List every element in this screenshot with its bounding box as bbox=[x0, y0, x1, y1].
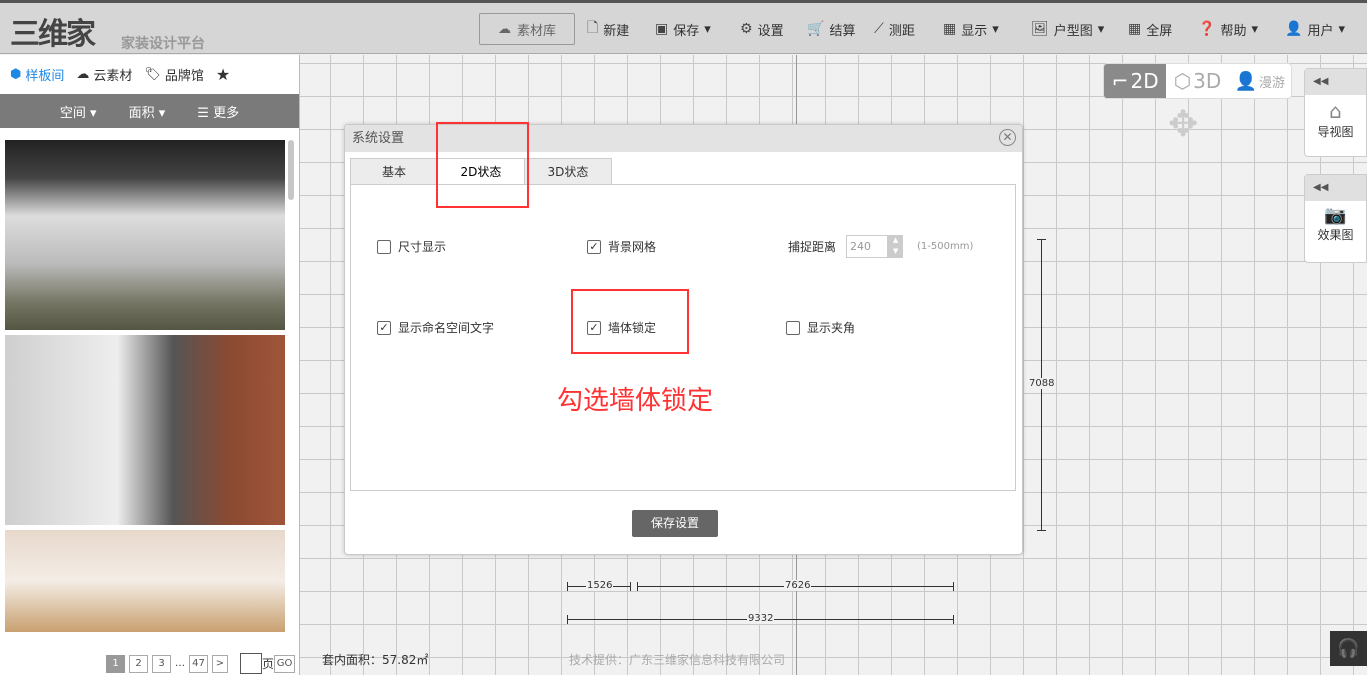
cloud-icon: ☁ bbox=[76, 67, 90, 82]
close-icon[interactable]: ✕ bbox=[999, 129, 1016, 146]
tag-icon: 🏷 bbox=[144, 67, 161, 82]
grid-icon: ▦ bbox=[1128, 21, 1142, 37]
highlight-box bbox=[571, 289, 689, 354]
sample-room-thumbnail[interactable] bbox=[5, 140, 285, 330]
cloud-icon: ☁ bbox=[497, 21, 511, 37]
file-icon: 🗋 bbox=[587, 20, 599, 36]
star-icon[interactable]: ★ bbox=[216, 65, 230, 84]
left-panel: ⬢ 样板间 ☁ 云素材 🏷 品牌馆 ★ 空间 ▾ 面积 ▾ ☰ 更多 1 2 3 … … bbox=[0, 55, 300, 675]
navigator-panel[interactable]: ◀◀ ⌂ 导视图 bbox=[1304, 68, 1367, 157]
sample-room-thumbnail[interactable] bbox=[5, 335, 285, 525]
help-icon: ❓ bbox=[1198, 21, 1216, 37]
top-toolbar: 三维家 家装设计平台 ☁ 素材库 🗋 新建 ▣ 保存 ▾ ⚙ 设置 🛒 结算 ⟋ 测距 ▦ 显示… bbox=[0, 0, 1367, 54]
page-2[interactable]: 2 bbox=[129, 654, 148, 673]
save-icon: ▣ bbox=[655, 21, 669, 37]
save-menu[interactable]: ▣ 保存 ▾ bbox=[655, 13, 711, 45]
highlight-box bbox=[436, 122, 529, 208]
page-input[interactable] bbox=[240, 653, 262, 674]
help-menu[interactable]: ❓ 帮助 ▾ bbox=[1198, 13, 1258, 45]
checkbox-checked[interactable]: ✓ bbox=[377, 320, 391, 335]
filter-more[interactable]: ☰ 更多 bbox=[197, 102, 239, 121]
filter-space[interactable]: 空间 ▾ bbox=[60, 102, 97, 121]
checkbox[interactable] bbox=[786, 320, 800, 335]
option-background-grid[interactable]: ✓ 背景网格 bbox=[587, 238, 656, 255]
box-icon: ⬢ bbox=[10, 67, 22, 82]
option-dimension-display[interactable]: 尺寸显示 bbox=[377, 238, 446, 255]
dimension-label: 7088 bbox=[1028, 378, 1056, 389]
headset-support-icon[interactable]: 🎧 bbox=[1330, 631, 1367, 666]
page-1[interactable]: 1 bbox=[106, 654, 125, 673]
floor-icon: ⌐ bbox=[1111, 69, 1129, 93]
list-icon: ☰ bbox=[197, 105, 209, 121]
gear-icon: ⚙ bbox=[740, 21, 753, 37]
filter-area[interactable]: 面积 ▾ bbox=[129, 102, 166, 121]
caret-down-icon: ▾ bbox=[1097, 21, 1105, 37]
floorplan-menu[interactable]: 🖼 户型图 ▾ bbox=[1031, 13, 1104, 45]
image-icon: 🖼 bbox=[1031, 21, 1049, 37]
tab-basic[interactable]: 基本 bbox=[350, 158, 438, 185]
view-2d-button[interactable]: ⌐ 2D bbox=[1104, 64, 1167, 98]
annotation-text: 勾选墙体锁定 bbox=[557, 386, 714, 416]
measure-button[interactable]: ⟋ 测距 bbox=[874, 13, 915, 45]
render-panel[interactable]: ◀◀ 📷 效果图 bbox=[1304, 174, 1367, 263]
tab-3d[interactable]: 3D状态 bbox=[524, 158, 612, 185]
cube-icon: ⬡ bbox=[1173, 69, 1192, 93]
fullscreen-button[interactable]: ▦ 全屏 bbox=[1128, 13, 1172, 45]
checkbox-checked[interactable]: ✓ bbox=[587, 239, 601, 254]
camera-icon: 📷 bbox=[1324, 205, 1347, 226]
caret-down-icon: ▾ bbox=[1251, 21, 1258, 37]
person-icon: 👤 bbox=[1234, 70, 1258, 92]
new-button[interactable]: 🗋 新建 bbox=[587, 13, 629, 45]
view-3d-button[interactable]: ⬡ 3D bbox=[1166, 64, 1228, 98]
logo: 三维家 bbox=[10, 17, 96, 52]
page-3[interactable]: 3 bbox=[152, 654, 171, 673]
tab-cloud-materials[interactable]: ☁ 云素材 bbox=[76, 65, 132, 84]
collapse-icon: ◀◀ bbox=[1305, 175, 1366, 201]
ruler-icon: ⟋ bbox=[874, 21, 884, 37]
caret-down-icon: ▾ bbox=[1338, 21, 1345, 37]
material-library-button[interactable]: ☁ 素材库 bbox=[479, 13, 575, 45]
area-readout: 套内面积：57.82㎡ bbox=[322, 653, 429, 667]
checkbox[interactable] bbox=[377, 239, 391, 254]
page-47[interactable]: 47 bbox=[189, 654, 208, 673]
option-room-names[interactable]: ✓ 显示命名空间文字 bbox=[377, 319, 494, 336]
settings-button[interactable]: ⚙ 设置 bbox=[740, 13, 784, 45]
dimension-label: 9332 bbox=[747, 613, 775, 624]
option-show-angle[interactable]: 显示夹角 bbox=[786, 319, 855, 336]
logo-subtitle: 家装设计平台 bbox=[121, 36, 205, 52]
next-page[interactable]: > bbox=[212, 654, 228, 673]
tab-sample-rooms[interactable]: ⬢ 样板间 bbox=[10, 65, 64, 84]
caret-down-icon: ▾ bbox=[704, 21, 711, 37]
sample-room-thumbnail[interactable] bbox=[5, 530, 285, 632]
save-settings-button[interactable]: 保存设置 bbox=[632, 510, 718, 537]
scrollbar[interactable] bbox=[288, 140, 294, 200]
collapse-icon: ◀◀ bbox=[1305, 69, 1366, 95]
user-icon: 👤 bbox=[1285, 21, 1303, 37]
credit-text: 技术提供：广东三维家信息科技有限公司 bbox=[569, 653, 786, 667]
dimension-label: 1526 bbox=[586, 580, 614, 591]
snap-distance-input[interactable]: 240 bbox=[846, 235, 889, 258]
walkthrough-button[interactable]: 👤 漫游 bbox=[1229, 64, 1291, 98]
snap-distance: 捕捉距离 240 ▲ ▼ (1-500mm) bbox=[788, 235, 973, 258]
display-menu[interactable]: ▦ 显示 ▾ bbox=[943, 13, 999, 45]
go-button[interactable]: GO bbox=[274, 654, 296, 673]
pagination: 1 2 3 … 47 > 页 GO bbox=[106, 653, 296, 674]
user-menu[interactable]: 👤 用户 ▾ bbox=[1285, 13, 1345, 45]
checkout-button[interactable]: 🛒 结算 bbox=[807, 13, 855, 45]
tab-brands[interactable]: 🏷 品牌馆 bbox=[144, 65, 204, 84]
pan-control-icon[interactable]: ✥ bbox=[1168, 107, 1198, 143]
spinner[interactable]: ▲ ▼ bbox=[888, 235, 904, 258]
dimension-label: 7626 bbox=[784, 580, 812, 591]
home-icon: ⌂ bbox=[1329, 99, 1342, 123]
caret-down-icon: ▾ bbox=[992, 21, 999, 37]
view-mode-switch: ⌐ 2D ⬡ 3D 👤 漫游 bbox=[1103, 63, 1292, 99]
grid-icon: ▦ bbox=[943, 21, 957, 37]
cart-icon: 🛒 bbox=[807, 21, 825, 37]
